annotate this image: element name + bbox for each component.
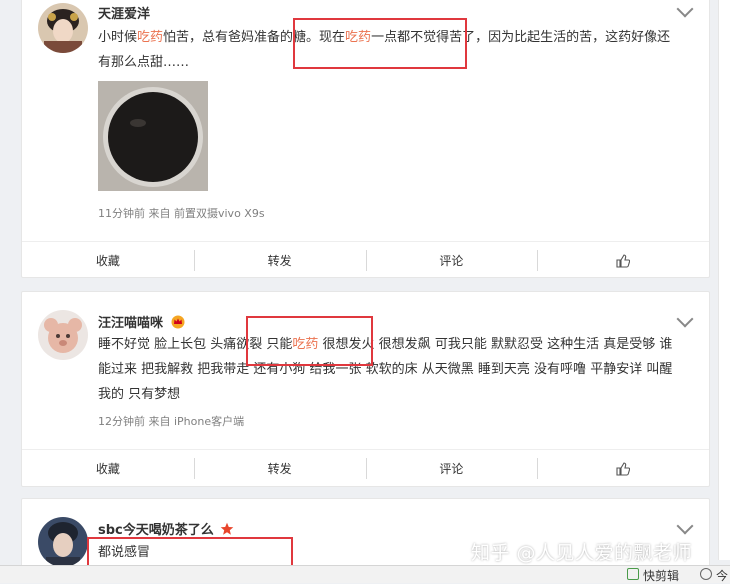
today-label[interactable]: 今 xyxy=(716,567,728,584)
clip-button[interactable]: 快剪辑 xyxy=(643,567,679,584)
comment-button[interactable]: 评论 xyxy=(365,450,538,487)
text-segment: 怕苦，总有爸妈准备的糖。现在 xyxy=(163,30,346,45)
username[interactable]: sbc今天喝奶茶了么 xyxy=(98,519,234,538)
avatar[interactable] xyxy=(38,517,88,567)
forward-button[interactable]: 转发 xyxy=(193,242,366,279)
status-bar: 快剪辑 今 xyxy=(0,565,730,583)
collect-label: 收藏 xyxy=(95,254,120,268)
keyword-highlight[interactable]: 吃药 xyxy=(137,30,163,45)
post-card-1: 天涯爱洋 小时候吃药怕苦，总有爸妈准备的糖。现在吃药一点都不觉得苦了，因为比起生… xyxy=(21,0,710,278)
forward-button[interactable]: 转发 xyxy=(193,450,366,487)
clip-icon xyxy=(627,568,639,580)
forward-label: 转发 xyxy=(267,462,292,476)
post-text: 小时候吃药怕苦，总有爸妈准备的糖。现在吃药一点都不觉得苦了，因为比起生活的苦，这… xyxy=(98,25,678,75)
action-bar: 收藏 转发 评论 xyxy=(22,241,709,279)
clock-icon xyxy=(700,568,712,580)
keyword-highlight[interactable]: 吃药 xyxy=(345,30,371,45)
post-card-2: 汪汪喵喵咪 睡不好觉 脸上长包 头痛欲裂 只能吃药 很想发火 很想发飙 可我只能… xyxy=(21,291,710,487)
comment-button[interactable]: 评论 xyxy=(365,242,538,279)
like-button[interactable] xyxy=(537,242,709,279)
chevron-down-icon[interactable] xyxy=(676,0,694,18)
username[interactable]: 天涯爱洋 xyxy=(98,3,150,22)
post-image[interactable] xyxy=(98,81,208,191)
username-text: sbc今天喝奶茶了么 xyxy=(98,523,214,538)
chevron-down-icon[interactable] xyxy=(676,517,694,535)
crown-icon xyxy=(171,315,185,329)
post-text: 睡不好觉 脸上长包 头痛欲裂 只能吃药 很想发火 很想发飙 可我只能 默默忍受 … xyxy=(98,332,678,407)
keyword-highlight[interactable]: 吃药 xyxy=(292,337,318,352)
avatar[interactable] xyxy=(38,3,88,53)
like-icon xyxy=(616,461,631,476)
like-icon xyxy=(616,253,631,268)
star-icon xyxy=(220,522,234,535)
post-meta: 12分钟前 来自 iPhone客户端 xyxy=(98,415,245,428)
collect-label: 收藏 xyxy=(95,462,120,476)
post-meta: 11分钟前 来自 前置双摄vivo X9s xyxy=(98,207,265,220)
collect-button[interactable]: 收藏 xyxy=(22,450,194,487)
username[interactable]: 汪汪喵喵咪 xyxy=(98,312,185,331)
like-button[interactable] xyxy=(537,450,709,487)
comment-label: 评论 xyxy=(439,462,464,476)
text-segment: 小时候 xyxy=(98,30,138,45)
forward-label: 转发 xyxy=(267,254,292,268)
comment-label: 评论 xyxy=(439,254,464,268)
avatar[interactable] xyxy=(38,310,88,360)
chevron-down-icon[interactable] xyxy=(676,310,694,328)
right-sidebar xyxy=(718,0,730,560)
username-text: 汪汪喵喵咪 xyxy=(98,316,164,331)
collect-button[interactable]: 收藏 xyxy=(22,242,194,279)
text-segment: 睡不好觉 脸上长包 头痛欲裂 只能 xyxy=(98,337,293,352)
watermark: 知乎 @人见人爱的飘老师 xyxy=(471,542,693,564)
action-bar: 收藏 转发 评论 xyxy=(22,449,709,487)
